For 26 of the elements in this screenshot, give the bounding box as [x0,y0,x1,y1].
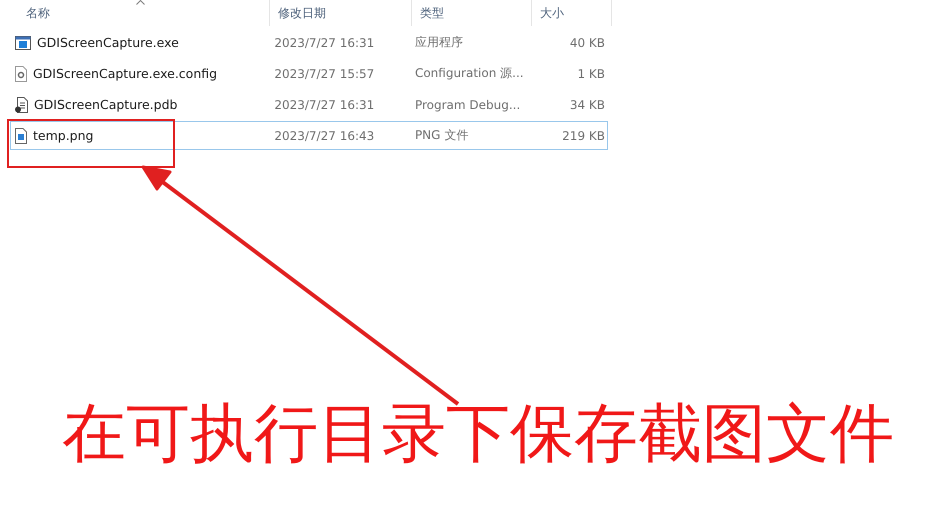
annotation-caption: 在可执行目录下保存截图文件 [62,396,894,473]
file-name: GDIScreenCapture.pdb [34,97,178,112]
file-size: 34 KB [568,98,606,112]
file-date: 2023/7/27 16:31 [273,98,376,112]
file-date: 2023/7/27 15:57 [273,66,376,80]
file-size: 219 KB [561,128,606,142]
file-name: GDIScreenCapture.exe.config [33,66,218,81]
image-file-icon [15,128,27,144]
file-date: 2023/7/27 16:31 [273,36,376,50]
file-type: PNG 文件 [414,127,470,144]
file-row[interactable]: GDIScreenCapture.pdb 2023/7/27 16:31 Program Debug... 34 KB [10,90,608,119]
file-row[interactable]: GDIScreenCapture.exe 2023/7/27 16:31 应用程序 40 KB [10,28,608,57]
sort-caret-icon [136,0,144,5]
file-type: Configuration 源... [414,65,525,82]
file-size: 40 KB [568,36,606,50]
file-size: 1 KB [576,66,606,80]
file-type: 应用程序 [414,34,464,51]
gear-file-icon [15,66,27,82]
file-name: temp.png [33,128,94,143]
file-type: Program Debug... [414,98,522,112]
file-row[interactable]: GDIScreenCapture.exe.config 2023/7/27 15:57 Configuration 源... 1 KB [10,59,608,88]
data-file-icon [15,96,28,112]
file-name: GDIScreenCapture.exe [37,35,179,50]
application-window-icon [15,36,31,50]
file-date: 2023/7/27 16:43 [273,128,376,142]
file-row[interactable]: temp.png 2023/7/27 16:43 PNG 文件 219 KB [10,121,608,150]
